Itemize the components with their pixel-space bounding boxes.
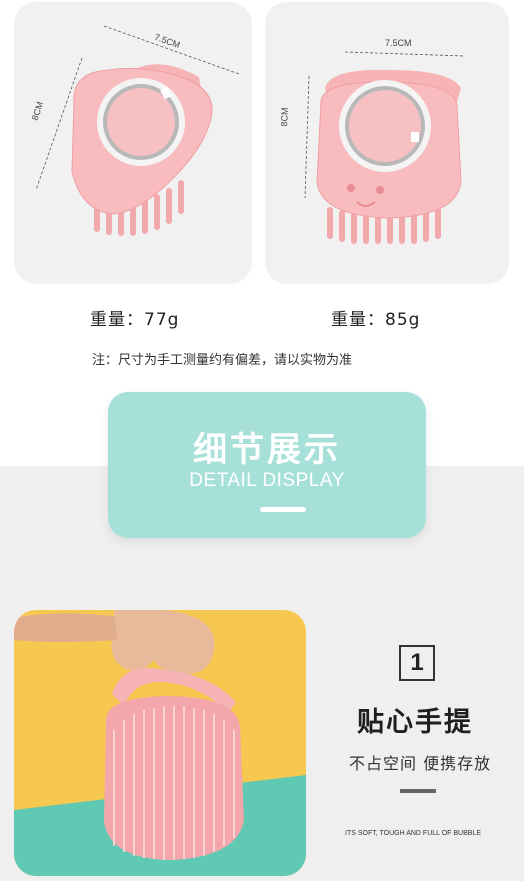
- feature-divider: [400, 789, 436, 793]
- detail-display-banner: 细节展示 DETAIL DISPLAY: [108, 392, 426, 538]
- heart-dimension-lines: [35, 25, 240, 191]
- weight-label-1: 重量：77g: [90, 310, 180, 330]
- feature-tagline: ITS SOFT, TOUGH AND FULL OF BUBBLE: [345, 830, 482, 837]
- feature-number-box: 1: [399, 645, 435, 681]
- height-label: 8CM: [279, 107, 290, 127]
- feature-title: 贴心手提: [357, 707, 473, 738]
- feature-number: 1: [410, 649, 424, 676]
- section-title-cn: 细节展示: [193, 430, 341, 470]
- width-label: 7.5CM: [385, 38, 412, 48]
- section-title-en: DETAIL DISPLAY: [189, 470, 345, 491]
- feature-photo: [14, 610, 306, 876]
- banner-divider: [260, 507, 306, 512]
- measurement-note: 注：尺寸为手工测量约有偏差，请以实物为准: [92, 353, 353, 368]
- product-card-heart: 7.5CM 8CM: [14, 2, 252, 284]
- weight-label-2: 重量：85g: [331, 310, 421, 330]
- hand-holding-brush-image: [14, 610, 306, 876]
- product-card-square: 7.5CM 8CM: [265, 2, 509, 284]
- feature-subtitle: 不占空间 便携存放: [349, 754, 492, 773]
